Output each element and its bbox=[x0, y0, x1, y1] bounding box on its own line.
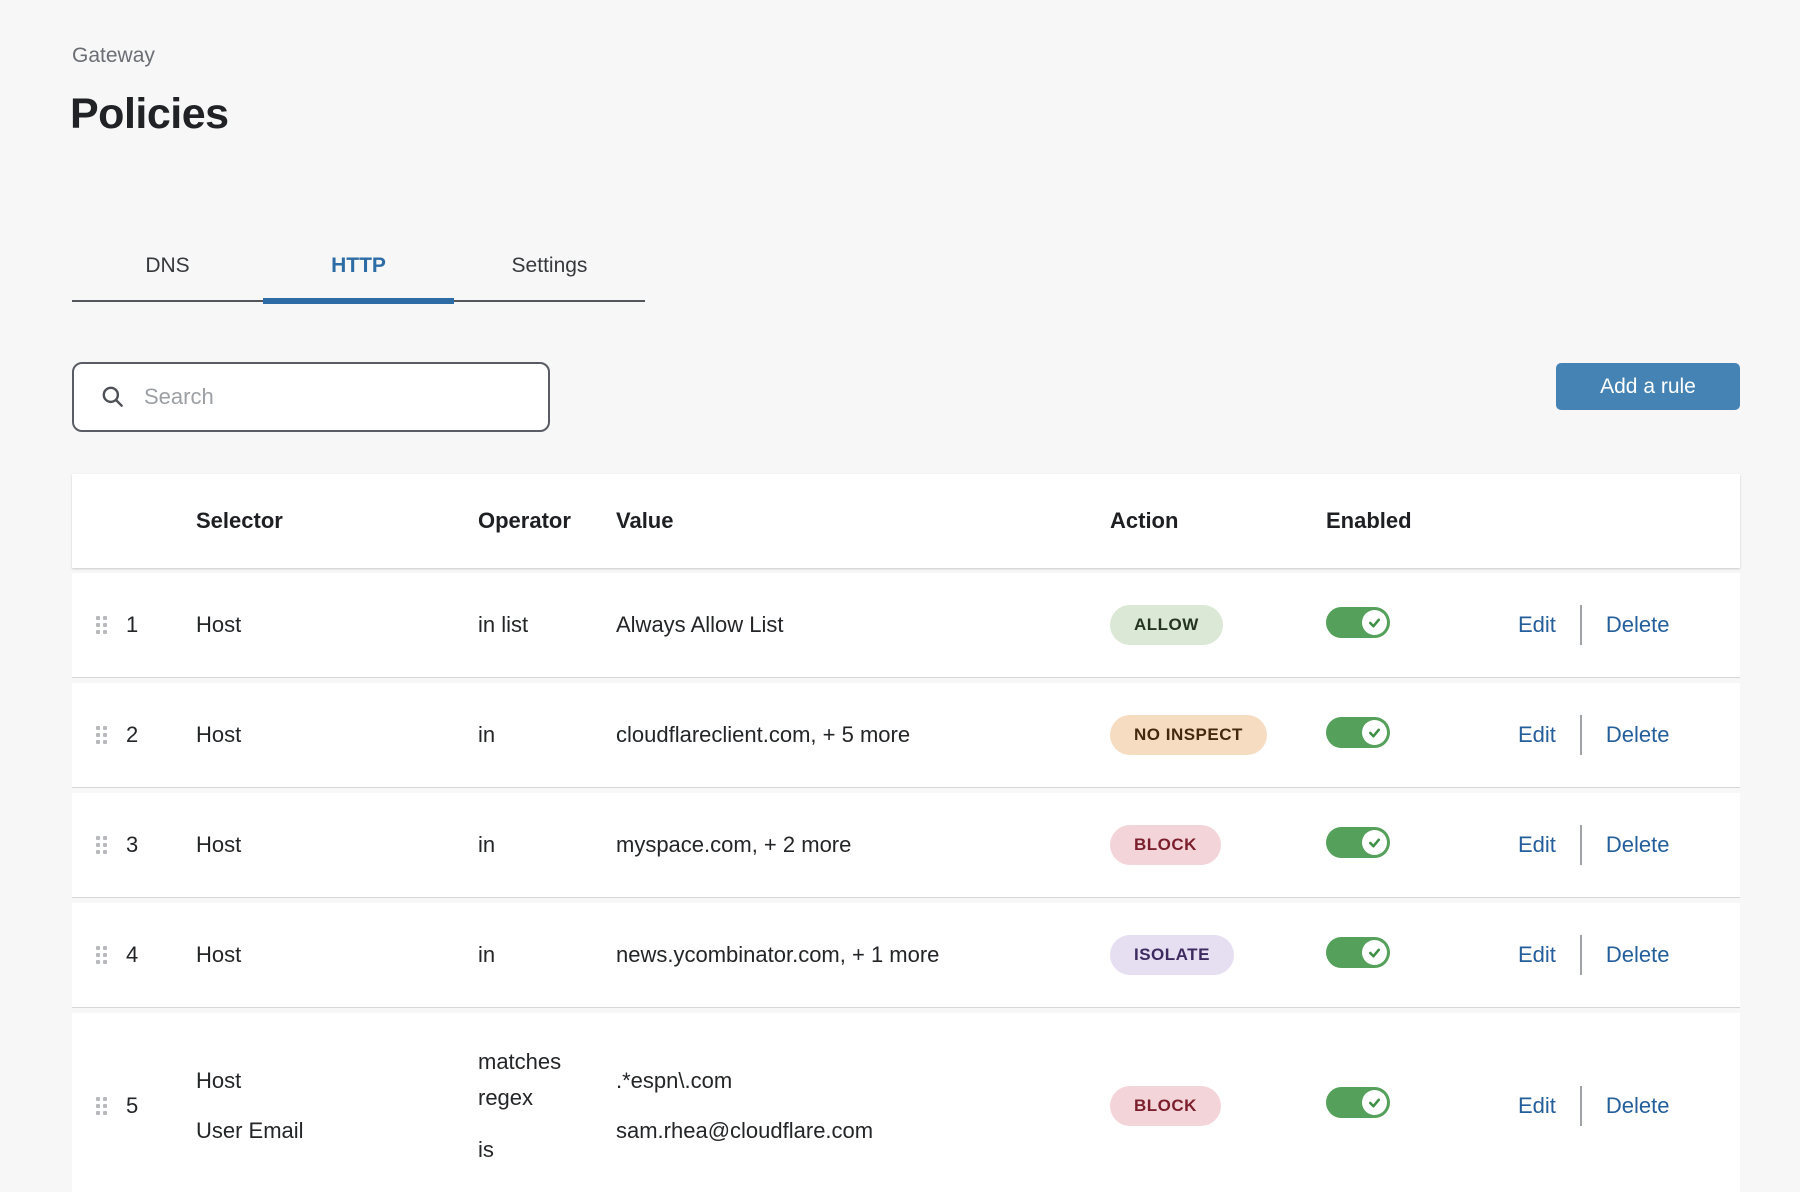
drag-handle-icon[interactable] bbox=[96, 946, 107, 964]
delete-link[interactable]: Delete bbox=[1606, 832, 1670, 858]
selector-cell: Host bbox=[196, 820, 478, 870]
table-row: 2 Host in cloudflareclient.com, + 5 more… bbox=[72, 683, 1740, 788]
drag-handle-icon[interactable] bbox=[96, 616, 107, 634]
rules-table: Selector Operator Value Action Enabled 1… bbox=[72, 474, 1740, 1192]
operator-cell: in list bbox=[478, 607, 616, 643]
row-number: 4 bbox=[126, 942, 196, 968]
column-header-selector: Selector bbox=[196, 508, 478, 534]
operator-cell: in bbox=[478, 937, 616, 973]
search-input[interactable] bbox=[144, 384, 530, 410]
value-cell: news.ycombinator.com, + 1 more bbox=[616, 930, 1108, 980]
toggle-check-icon bbox=[1362, 610, 1387, 635]
table-row: 1 Host in list Always Allow List ALLOW E… bbox=[72, 573, 1740, 678]
row-number: 2 bbox=[126, 722, 196, 748]
drag-handle-icon[interactable] bbox=[96, 1097, 107, 1115]
value-cell: Always Allow List bbox=[616, 600, 1108, 650]
selector-cell: Host bbox=[196, 930, 478, 980]
page-title: Policies bbox=[70, 90, 229, 139]
column-header-value: Value bbox=[616, 508, 1108, 534]
delete-link[interactable]: Delete bbox=[1606, 942, 1670, 968]
enabled-toggle[interactable] bbox=[1326, 607, 1390, 638]
toggle-check-icon bbox=[1362, 720, 1387, 745]
enabled-toggle[interactable] bbox=[1326, 1087, 1390, 1118]
link-divider bbox=[1580, 825, 1582, 865]
table-header: Selector Operator Value Action Enabled bbox=[72, 474, 1740, 568]
action-badge: BLOCK bbox=[1110, 825, 1221, 865]
action-badge: NO INSPECT bbox=[1110, 715, 1267, 755]
link-divider bbox=[1580, 935, 1582, 975]
toggle-check-icon bbox=[1362, 1090, 1387, 1115]
edit-link[interactable]: Edit bbox=[1518, 722, 1556, 748]
value-cell: cloudflareclient.com, + 5 more bbox=[616, 710, 1108, 760]
tab-settings[interactable]: Settings bbox=[454, 232, 645, 300]
selector-cell: Host bbox=[196, 710, 478, 760]
enabled-toggle[interactable] bbox=[1326, 717, 1390, 748]
link-divider bbox=[1580, 1086, 1582, 1126]
table-row: 4 Host in news.ycombinator.com, + 1 more… bbox=[72, 903, 1740, 1008]
selector-cell: Host bbox=[196, 600, 478, 650]
column-header-enabled: Enabled bbox=[1320, 508, 1446, 534]
toggle-check-icon bbox=[1362, 830, 1387, 855]
search-box bbox=[72, 362, 550, 432]
toggle-check-icon bbox=[1362, 940, 1387, 965]
tab-bar: DNS HTTP Settings bbox=[72, 232, 645, 302]
breadcrumb: Gateway bbox=[72, 44, 155, 68]
delete-link[interactable]: Delete bbox=[1606, 722, 1670, 748]
enabled-toggle[interactable] bbox=[1326, 937, 1390, 968]
row-number: 3 bbox=[126, 832, 196, 858]
drag-handle-icon[interactable] bbox=[96, 836, 107, 854]
tab-dns[interactable]: DNS bbox=[72, 232, 263, 300]
edit-link[interactable]: Edit bbox=[1518, 612, 1556, 638]
selector-cell: HostUser Email bbox=[196, 1056, 478, 1156]
action-badge: ISOLATE bbox=[1110, 935, 1234, 975]
value-cell: .*espn\.comsam.rhea@cloudflare.com bbox=[616, 1056, 1108, 1156]
link-divider bbox=[1580, 715, 1582, 755]
operator-cell: matches regexis bbox=[478, 1044, 616, 1168]
operator-cell: in bbox=[478, 717, 616, 753]
row-number: 1 bbox=[126, 612, 196, 638]
action-badge: BLOCK bbox=[1110, 1086, 1221, 1126]
enabled-toggle[interactable] bbox=[1326, 827, 1390, 858]
add-rule-button[interactable]: Add a rule bbox=[1556, 363, 1740, 410]
action-badge: ALLOW bbox=[1110, 605, 1223, 645]
column-header-action: Action bbox=[1108, 508, 1320, 534]
delete-link[interactable]: Delete bbox=[1606, 1093, 1670, 1119]
table-row: 3 Host in myspace.com, + 2 more BLOCK Ed… bbox=[72, 793, 1740, 898]
value-cell: myspace.com, + 2 more bbox=[616, 820, 1108, 870]
edit-link[interactable]: Edit bbox=[1518, 1093, 1556, 1119]
rules-table-body: 1 Host in list Always Allow List ALLOW E… bbox=[72, 573, 1740, 1192]
delete-link[interactable]: Delete bbox=[1606, 612, 1670, 638]
drag-handle-icon[interactable] bbox=[96, 726, 107, 744]
tab-http[interactable]: HTTP bbox=[263, 232, 454, 300]
operator-cell: in bbox=[478, 827, 616, 863]
table-row: 5 HostUser Email matches regexis .*espn\… bbox=[72, 1013, 1740, 1192]
edit-link[interactable]: Edit bbox=[1518, 832, 1556, 858]
search-icon bbox=[100, 384, 126, 410]
edit-link[interactable]: Edit bbox=[1518, 942, 1556, 968]
row-number: 5 bbox=[126, 1093, 196, 1119]
column-header-operator: Operator bbox=[478, 508, 616, 534]
link-divider bbox=[1580, 605, 1582, 645]
